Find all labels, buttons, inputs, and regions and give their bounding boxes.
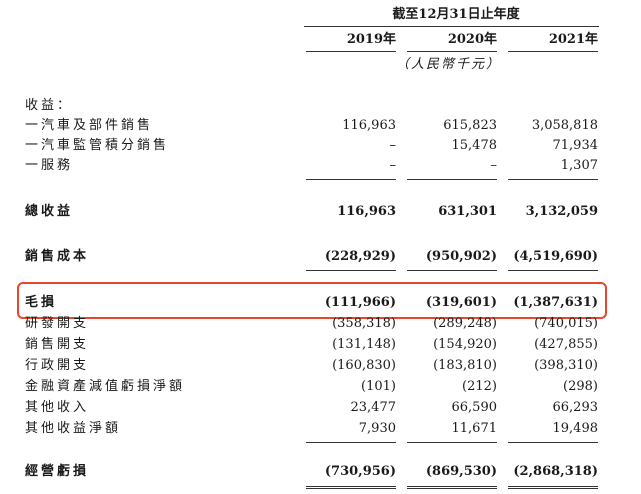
total-double-rule-2019 <box>306 486 396 489</box>
expense-rule-2019 <box>306 442 396 443</box>
row-label: 金融資產減值虧損淨額 <box>25 379 186 394</box>
cell-2021: 3,058,818 <box>531 118 598 133</box>
period-title: 截至12月31日止年度 <box>392 7 520 22</box>
year-rule-2020 <box>407 51 497 52</box>
cos-rule-2021 <box>508 270 598 271</box>
expense-rule-2020 <box>407 442 497 443</box>
row-label: 研發開支 <box>25 316 90 331</box>
cell-2021: 71,934 <box>552 138 599 153</box>
year-rule-2021 <box>508 51 598 52</box>
cell-2021: (298) <box>563 379 598 394</box>
row-label: 一汽車及部件銷售 <box>25 118 154 133</box>
cell-2021: 66,293 <box>552 400 599 415</box>
cell-2021: 3,132,059 <box>525 204 598 219</box>
cell-2021: (398,310) <box>534 358 598 373</box>
cell-2021: (740,015) <box>534 316 598 331</box>
row-label: 行政開支 <box>25 358 90 373</box>
subtotal-rule-2019 <box>306 179 396 180</box>
row-label: 一服務 <box>25 158 74 173</box>
row-label: 其他收入 <box>25 400 90 415</box>
row-label: 總收益 <box>25 204 74 219</box>
cell-2021: (2,868,318) <box>513 464 598 479</box>
year-rule-2019 <box>306 51 396 52</box>
header-rule <box>304 26 599 27</box>
cell-2021: 1,307 <box>560 158 598 173</box>
unit-label: （人民幣千元） <box>396 57 502 72</box>
cell-2021: 19,498 <box>552 421 599 436</box>
cos-rule-2020 <box>407 270 497 271</box>
row-label: 銷售成本 <box>25 249 90 264</box>
total-double-rule-2021 <box>508 486 598 489</box>
row-label: 銷售開支 <box>25 337 90 352</box>
section-label-revenue: 收益： <box>25 98 74 113</box>
cell-2021: (4,519,690) <box>513 249 598 264</box>
cos-rule-2019 <box>306 270 396 271</box>
cell-2021: (427,855) <box>534 337 598 352</box>
row-label: 一汽車監管積分銷售 <box>25 138 170 153</box>
subtotal-rule-2021 <box>508 179 598 180</box>
cell-2021: (1,387,631) <box>513 295 598 310</box>
row-label: 其他收益淨額 <box>25 421 122 436</box>
row-label: 經營虧損 <box>25 464 90 479</box>
year-2021: 2021年 <box>548 32 598 47</box>
row-label: 毛損 <box>25 295 58 310</box>
expense-rule-2021 <box>508 442 598 443</box>
subtotal-rule-2020 <box>407 179 497 180</box>
total-double-rule-2020 <box>407 486 497 489</box>
